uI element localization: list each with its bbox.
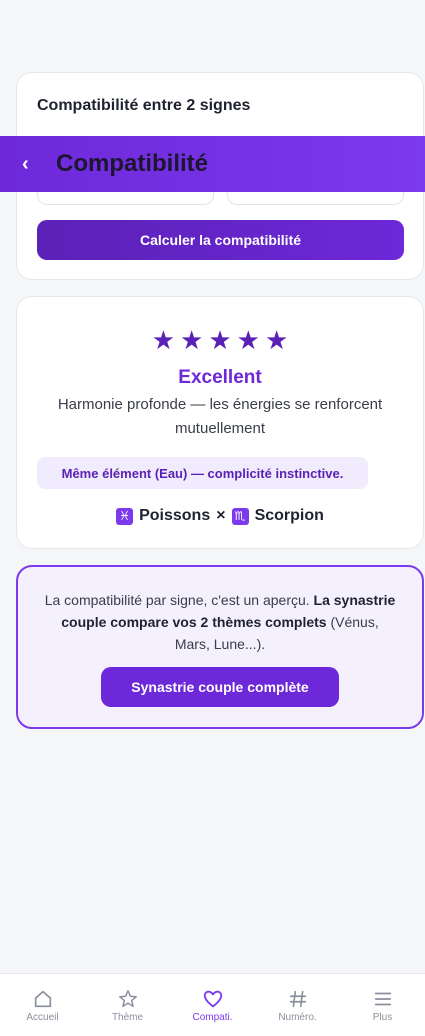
calculate-button[interactable]: Calculer la compatibilité (37, 220, 404, 260)
star-icon: ★ (180, 325, 204, 355)
bottom-nav: Accueil Thème Compati. Numéro. Plus (0, 973, 425, 1036)
element-note-badge: Même élément (Eau) — complicité instinct… (37, 457, 368, 489)
pair-separator: × (216, 507, 226, 524)
star-icon (118, 989, 137, 1007)
nav-item-numero[interactable]: Numéro. (255, 988, 340, 1023)
nav-item-theme[interactable]: Thème (85, 988, 170, 1023)
verdict-label: Excellent (178, 367, 262, 388)
sign-pair: ♓ Poissons × ♏ Scorpion (17, 507, 423, 525)
rating-stars: ★ ★ ★ ★ ★ (17, 327, 423, 353)
heart-icon (203, 990, 222, 1007)
app-header: ‹ Compatibilité (0, 136, 425, 192)
sign-2-name: Scorpion (254, 507, 324, 524)
form-title: Compatibilité entre 2 signes (37, 97, 251, 114)
hash-icon (289, 990, 306, 1007)
nav-item-accueil[interactable]: Accueil (0, 988, 85, 1023)
promo-text: La compatibilité par signe, c'est un ape… (44, 589, 396, 655)
synastry-button[interactable]: Synastrie couple complète (101, 667, 339, 707)
back-chevron-icon[interactable]: ‹ (22, 153, 56, 176)
pisces-icon: ♓ (116, 507, 134, 525)
sign-1-name: Poissons (139, 507, 211, 524)
nav-item-compati[interactable]: Compati. (170, 988, 255, 1023)
nav-label: Thème (111, 1011, 144, 1023)
nav-label: Accueil (26, 1011, 59, 1023)
result-card: ★ ★ ★ ★ ★ Excellent Harmonie profonde — les … (16, 296, 424, 549)
nav-item-plus[interactable]: Plus (340, 988, 425, 1023)
scorpio-icon: ♏ (231, 507, 249, 525)
verdict-description: Harmonie profonde — les énergies se renf… (57, 396, 383, 437)
nav-label: Plus (372, 1011, 393, 1023)
page-title: Compatibilité (56, 150, 209, 177)
promo-text-start: La compatibilité par signe, c'est un ape… (44, 592, 314, 608)
star-icon: ★ (264, 325, 289, 355)
synastry-promo-card: La compatibilité par signe, c'est un ape… (16, 565, 424, 729)
nav-label: Compati. (192, 1011, 233, 1023)
star-icon: ★ (208, 325, 232, 355)
home-icon (34, 990, 51, 1007)
star-icon: ★ (151, 325, 176, 355)
star-icon: ★ (236, 325, 260, 355)
nav-label: Numéro. (278, 1011, 317, 1023)
menu-icon (374, 992, 391, 1005)
